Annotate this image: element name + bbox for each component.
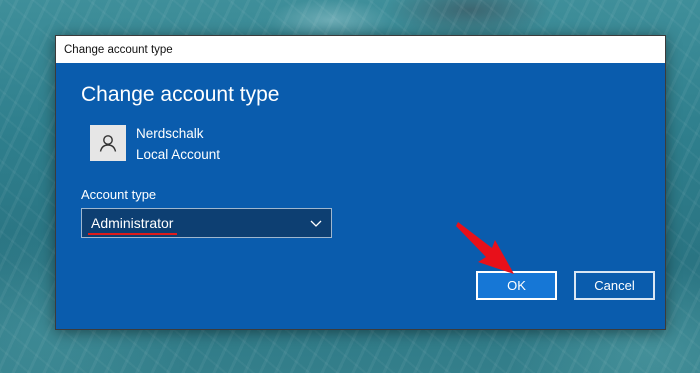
red-arrow-annotation-icon xyxy=(456,222,514,274)
cancel-button[interactable]: Cancel xyxy=(574,271,655,300)
account-type-selected-value: Administrator xyxy=(87,215,178,235)
user-account-type-label: Local Account xyxy=(136,147,221,162)
account-type-label: Account type xyxy=(81,187,157,202)
account-type-dropdown[interactable]: Administrator xyxy=(81,208,332,238)
chevron-down-icon xyxy=(310,220,322,227)
change-account-type-dialog: Change account type Change account type … xyxy=(55,35,666,330)
window-title: Change account type xyxy=(64,43,173,56)
dialog-content: Change account type Nerdschalk Local Acc… xyxy=(56,63,665,331)
user-avatar xyxy=(90,125,126,161)
dialog-heading: Change account type xyxy=(81,83,280,106)
window-titlebar[interactable]: Change account type xyxy=(56,36,665,63)
user-icon xyxy=(99,135,117,152)
user-name: Nerdschalk xyxy=(136,126,204,141)
